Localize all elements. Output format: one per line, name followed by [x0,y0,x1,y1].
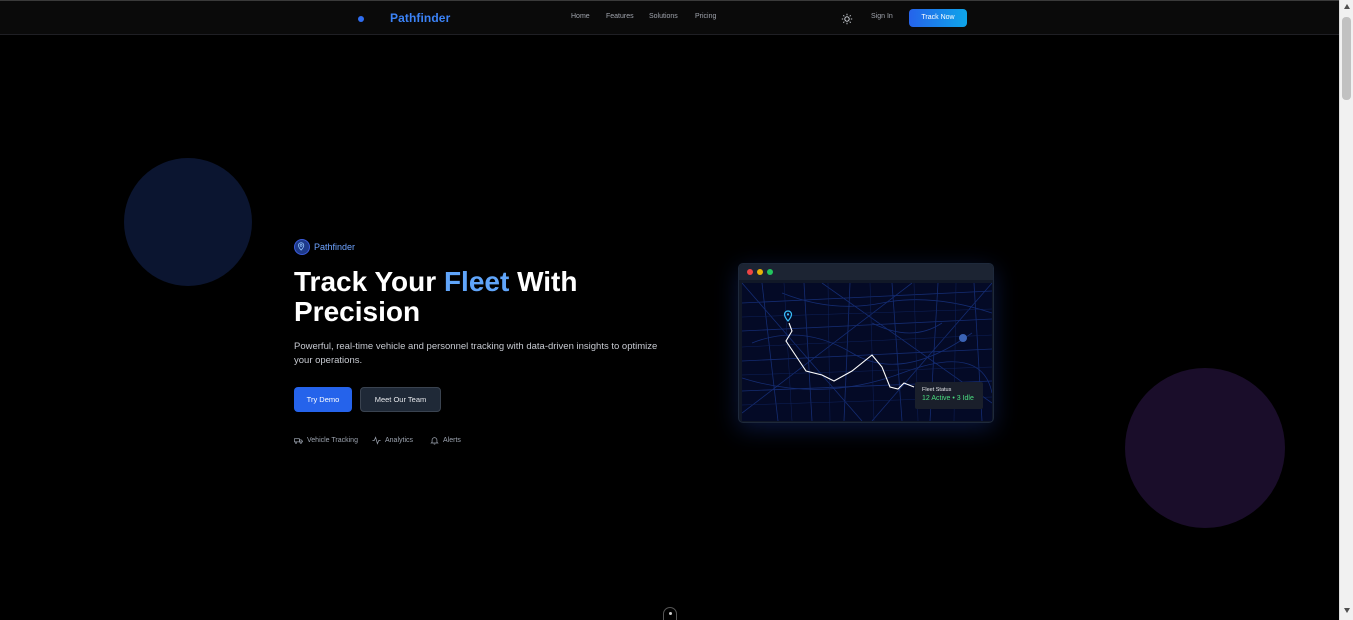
feature-alerts: Alerts [430,436,461,445]
decorative-purple-circle [1125,368,1285,528]
scrollbar-thumb[interactable] [1342,17,1351,100]
sun-icon[interactable] [841,12,853,25]
site-header: Pathfinder Home Features Solutions Prici… [0,1,1339,35]
fleet-status-title: Fleet Status [922,387,952,393]
hero-subtitle: Powerful, real-time vehicle and personne… [294,341,658,366]
scroll-down-arrow-icon[interactable] [1344,608,1350,613]
nav-features[interactable]: Features [606,13,634,20]
nav-pricing[interactable]: Pricing [695,13,716,20]
bell-icon [430,437,439,445]
window-titlebar [739,264,993,280]
route-start-pin-icon [783,310,793,329]
hero-title-accent: Fleet [443,266,510,297]
map-pin-icon [294,239,310,255]
feature-label: Alerts [443,437,461,444]
truck-icon [294,438,303,444]
scroll-down-indicator[interactable] [663,607,677,620]
decorative-blue-circle [124,158,252,286]
hero-title: Track Your Fleet With Precision [294,267,694,327]
hero-badge: Pathfinder [314,242,356,252]
hero-title-line2: Precision [294,296,421,327]
nav-solutions[interactable]: Solutions [649,13,678,20]
nav-home[interactable]: Home [571,13,590,20]
logo-text[interactable]: Pathfinder [390,11,450,25]
logo-icon[interactable] [358,16,364,22]
track-now-button[interactable]: Track Now [909,9,967,27]
meet-team-button[interactable]: Meet Our Team [360,387,441,412]
scroll-up-arrow-icon[interactable] [1344,4,1350,9]
page-scrollbar[interactable] [1339,0,1353,620]
window-minimize-dot [757,269,763,275]
try-demo-button[interactable]: Try Demo [294,387,352,412]
feature-analytics: Analytics [372,436,413,445]
window-close-dot [747,269,753,275]
hero-title-part1: Track Your [294,266,444,297]
activity-icon [372,436,381,445]
sign-in-link[interactable]: Sign In [871,13,893,20]
feature-label: Vehicle Tracking [307,437,358,444]
feature-vehicle-tracking: Vehicle Tracking [294,436,358,445]
window-maximize-dot [767,269,773,275]
hero-title-part2: With [509,266,578,297]
fleet-status-value: 12 Active • 3 Idle [922,395,974,402]
feature-label: Analytics [385,437,414,444]
